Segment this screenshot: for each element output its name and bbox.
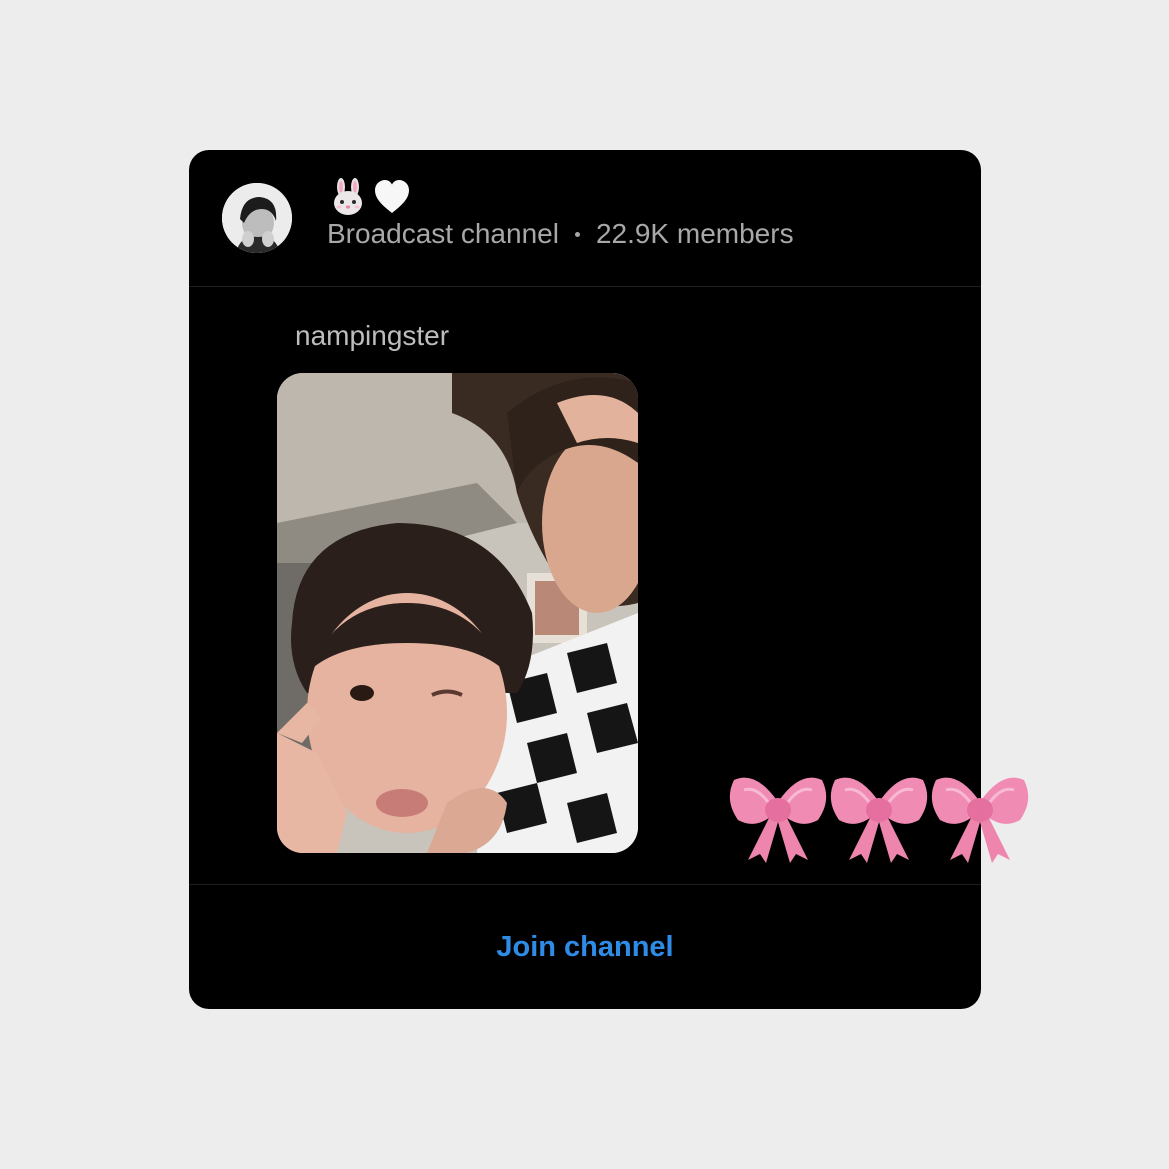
- pink-bow-icon: [931, 777, 1029, 863]
- bow-decoration: [726, 770, 1032, 865]
- channel-name: [329, 176, 411, 218]
- channel-meta: Broadcast channel 22.9K members: [327, 218, 794, 250]
- pink-bow-icon: [729, 777, 827, 863]
- channel-avatar[interactable]: [222, 183, 292, 253]
- header-divider: [189, 286, 981, 287]
- join-channel-button[interactable]: Join channel: [189, 885, 981, 1009]
- rabbit-face-icon: [334, 178, 362, 215]
- message-photo[interactable]: [277, 373, 638, 853]
- broadcast-channel-card: Broadcast channel 22.9K members nampings…: [189, 150, 981, 1009]
- pink-bow-icon: [830, 777, 928, 863]
- message-sender: nampingster: [295, 320, 450, 351]
- member-count: 22.9K members: [595, 218, 794, 249]
- white-heart-icon: [375, 180, 409, 213]
- channel-header[interactable]: Broadcast channel 22.9K members: [189, 150, 981, 286]
- separator-dot: [574, 231, 580, 237]
- channel-type-label: Broadcast channel: [327, 218, 559, 249]
